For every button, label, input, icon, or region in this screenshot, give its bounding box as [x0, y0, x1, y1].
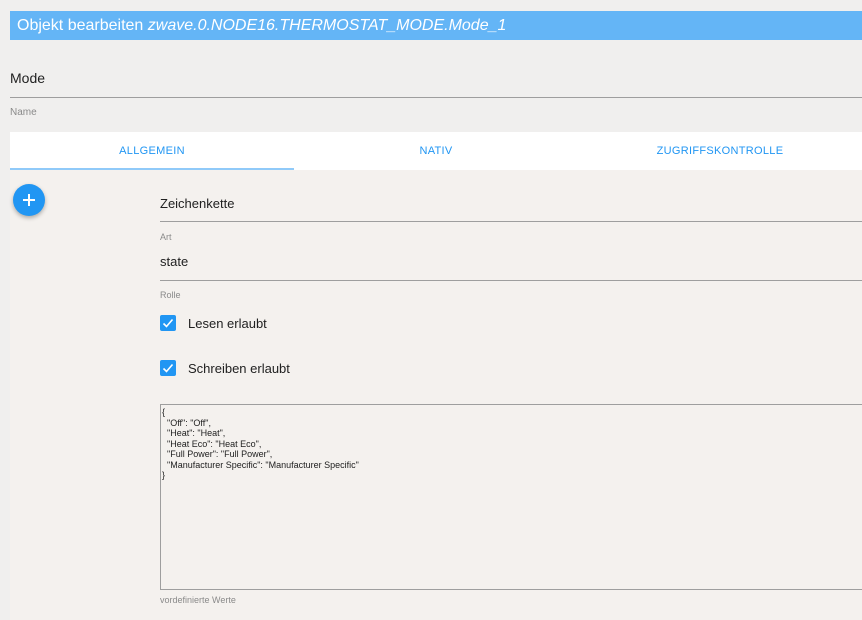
read-allowed-checkbox[interactable]: Lesen erlaubt [160, 315, 267, 331]
states-textarea[interactable]: { "Off": "Off", "Heat": "Heat", "Heat Ec… [160, 404, 862, 590]
add-button[interactable] [13, 184, 45, 216]
dialog-title-bar: Objekt bearbeiten zwave.0.NODE16.THERMOS… [10, 11, 862, 40]
tab-zugriffskontrolle[interactable]: ZUGRIFFSKONTROLLE [578, 132, 862, 170]
type-select-label: Art [160, 232, 172, 242]
write-allowed-checkbox-box[interactable] [160, 360, 176, 376]
tab-bar: ALLGEMEIN NATIV ZUGRIFFSKONTROLLE [10, 132, 862, 170]
name-input-label: Name [10, 107, 37, 118]
checkmark-icon [162, 363, 174, 373]
type-select[interactable]: Zeichenkette [160, 196, 234, 211]
type-select-underline [160, 221, 862, 222]
role-input[interactable]: state [160, 254, 188, 269]
write-allowed-checkbox[interactable]: Schreiben erlaubt [160, 360, 290, 376]
dialog-title-prefix: Objekt bearbeiten [17, 17, 144, 34]
states-textarea-label: vordefinierte Werte [160, 595, 236, 605]
tab-nativ[interactable]: NATIV [294, 132, 578, 170]
read-allowed-label: Lesen erlaubt [188, 315, 267, 331]
name-input[interactable]: Mode [10, 70, 45, 86]
name-input-underline [10, 97, 862, 98]
plus-icon [23, 194, 35, 206]
checkmark-icon [162, 318, 174, 328]
write-allowed-label: Schreiben erlaubt [188, 360, 290, 376]
dialog-object-id: zwave.0.NODE16.THERMOSTAT_MODE.Mode_1 [147, 17, 507, 34]
edit-object-dialog: Objekt bearbeiten zwave.0.NODE16.THERMOS… [0, 0, 862, 620]
role-input-underline [160, 280, 862, 281]
role-input-label: Rolle [160, 290, 181, 300]
read-allowed-checkbox-box[interactable] [160, 315, 176, 331]
tab-allgemein[interactable]: ALLGEMEIN [10, 132, 294, 170]
